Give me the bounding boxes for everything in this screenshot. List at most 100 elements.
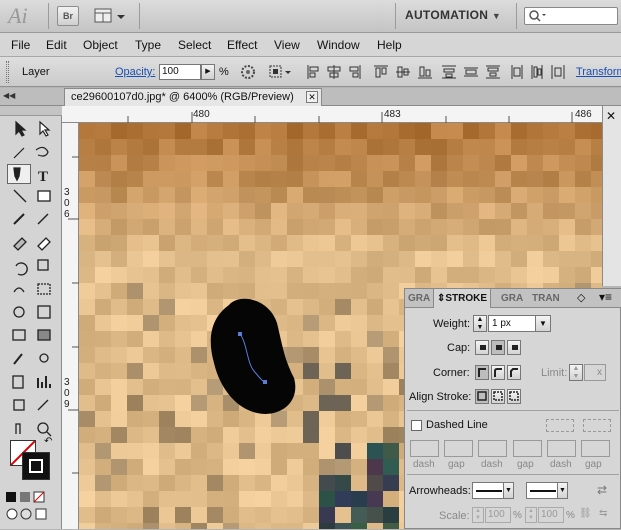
menu-help[interactable]: Help <box>377 38 402 52</box>
scale-stepper-1[interactable]: ▲ ▼ <box>472 507 484 523</box>
limit-input[interactable]: x <box>584 364 606 381</box>
dash-field-3[interactable] <box>547 440 576 457</box>
weight-label: Weight: <box>433 318 471 330</box>
stroke-panel: GRA ⇕STROKE GRA TRAN ◇ ▾≡ Weight: ▲ ▼ 1 p… <box>404 288 621 529</box>
dash-field-1[interactable] <box>410 440 439 457</box>
chevron-down-icon: ▼ <box>491 11 502 21</box>
eraser-tool-icon <box>37 237 51 251</box>
recolor-wheel-icon <box>241 65 255 79</box>
weight-dropdown[interactable]: ▼ <box>535 315 551 332</box>
tab-transparency[interactable]: TRAN <box>529 289 559 308</box>
menu-select[interactable]: Select <box>178 38 211 52</box>
bridge-button[interactable]: Br <box>57 6 79 26</box>
tab-gradient[interactable]: GRA <box>405 289 433 308</box>
limit-value: x <box>597 367 602 378</box>
document-tab[interactable]: ce29600107d0.jpg* @ 6400% (RGB/Preview) … <box>64 88 322 106</box>
close-icon[interactable]: ✕ <box>306 91 318 103</box>
opacity-dropdown-arrow[interactable]: ▶ <box>201 64 215 80</box>
swap-arrowheads-icon[interactable]: ⇄ <box>597 483 607 497</box>
stroke-swatch[interactable] <box>22 452 50 480</box>
tab-stroke-label: STROKE <box>445 293 488 304</box>
opacity-percent-sign: % <box>219 66 229 78</box>
close-document-icon[interactable]: ✕ <box>606 109 616 123</box>
transform-link[interactable]: Transform <box>576 66 621 78</box>
workspace-switcher[interactable]: AUTOMATION ▼ <box>405 8 501 22</box>
gradient-tool-icon <box>37 329 51 341</box>
arrange-documents-button[interactable] <box>93 6 127 29</box>
tools-panel-grip[interactable] <box>0 106 62 116</box>
grip-handle[interactable] <box>6 61 9 83</box>
menu-effect[interactable]: Effect <box>227 38 257 52</box>
menu-object[interactable]: Object <box>83 38 118 52</box>
dash-label: dash <box>413 459 435 470</box>
preserve-dash-button[interactable] <box>546 419 574 432</box>
shape-builder-tool-icon <box>13 306 25 318</box>
gap-label: gap <box>585 459 602 470</box>
align-dash-button[interactable] <box>583 419 611 432</box>
ruler-ticks <box>127 112 573 123</box>
rectangle-tool-icon <box>37 190 51 202</box>
tab-graphic-styles[interactable]: GRA <box>498 289 526 308</box>
scale-input-2[interactable]: 100 <box>538 507 564 523</box>
separator <box>395 3 396 29</box>
gap-field-3[interactable] <box>581 440 610 457</box>
anchor-point <box>263 380 267 384</box>
limit-stepper[interactable]: ▲ ▼ <box>569 364 583 381</box>
scale-option-icon[interactable]: ⇆ <box>599 508 607 519</box>
graph-tool-icon <box>37 376 51 388</box>
zoom-tool-icon <box>37 422 49 434</box>
paintbrush-tool-icon <box>13 213 25 225</box>
dashed-line-checkbox[interactable] <box>411 420 422 431</box>
mesh-tool-icon <box>12 329 26 341</box>
collapse-panels-icon[interactable]: ◀◀ <box>3 91 15 100</box>
recolor-artwork-button[interactable] <box>240 64 258 83</box>
divider <box>407 410 619 411</box>
panel-tab-bar: GRA ⇕STROKE GRA TRAN ◇ ▾≡ <box>405 289 621 308</box>
opacity-link[interactable]: Opacity: <box>115 66 155 78</box>
scale-pct: % <box>513 510 522 521</box>
search-input[interactable] <box>524 7 618 25</box>
menu-file[interactable]: File <box>11 38 30 52</box>
dash-field-2[interactable] <box>478 440 507 457</box>
illustrator-logo: Ai <box>8 3 28 28</box>
swap-fill-stroke-icon[interactable]: ↶ <box>44 436 52 447</box>
opacity-input[interactable]: 100 <box>159 64 201 80</box>
gap-field-1[interactable] <box>444 440 473 457</box>
direct-selection-tool-icon <box>39 120 51 137</box>
arrowheads-label: Arrowheads: <box>409 485 471 497</box>
hand-tool-icon <box>15 423 21 434</box>
free-transform-tool-icon <box>37 283 51 295</box>
menu-edit[interactable]: Edit <box>46 38 67 52</box>
expand-panel-icon[interactable]: ◇ <box>577 291 585 304</box>
search-icon <box>529 10 546 22</box>
color-mode-icons[interactable] <box>4 490 60 526</box>
ruler-label: 480 <box>193 109 210 120</box>
panel-menu-icon[interactable]: ▾≡ <box>599 290 612 304</box>
scale-value: 100 <box>488 509 505 520</box>
link-scale-icon[interactable]: ⛓ <box>579 508 592 519</box>
menu-window[interactable]: Window <box>317 38 360 52</box>
gap-label: gap <box>448 459 465 470</box>
ruler-ticks <box>68 156 79 474</box>
vertical-scrollbar[interactable] <box>602 106 621 286</box>
workspace-label: AUTOMATION <box>405 8 489 22</box>
align-distribute-icons[interactable] <box>306 64 571 80</box>
start-arrowhead-dropdown[interactable]: ▼ <box>503 482 514 499</box>
end-arrowhead-dropdown[interactable]: ▼ <box>557 482 568 499</box>
scale-input-1[interactable]: 100 <box>485 507 511 523</box>
selection-tool-icon <box>15 120 27 137</box>
horizontal-ruler: 480 483 486 <box>62 106 602 123</box>
align-to-button[interactable] <box>268 64 294 83</box>
vertical-ruler: 3 0 6 3 0 9 <box>62 123 79 529</box>
line-tool-icon <box>13 189 27 203</box>
menu-view[interactable]: View <box>274 38 300 52</box>
join-icons <box>478 368 518 377</box>
weight-stepper[interactable]: ▲ ▼ <box>473 315 487 332</box>
tab-stroke[interactable]: ⇕STROKE <box>433 289 491 308</box>
menu-type[interactable]: Type <box>135 38 161 52</box>
gap-field-2[interactable] <box>513 440 542 457</box>
scale-stepper-2[interactable]: ▲ ▼ <box>525 507 537 523</box>
separator <box>516 3 517 29</box>
dash-label: dash <box>481 459 503 470</box>
type-tool-icon: T <box>38 169 48 185</box>
